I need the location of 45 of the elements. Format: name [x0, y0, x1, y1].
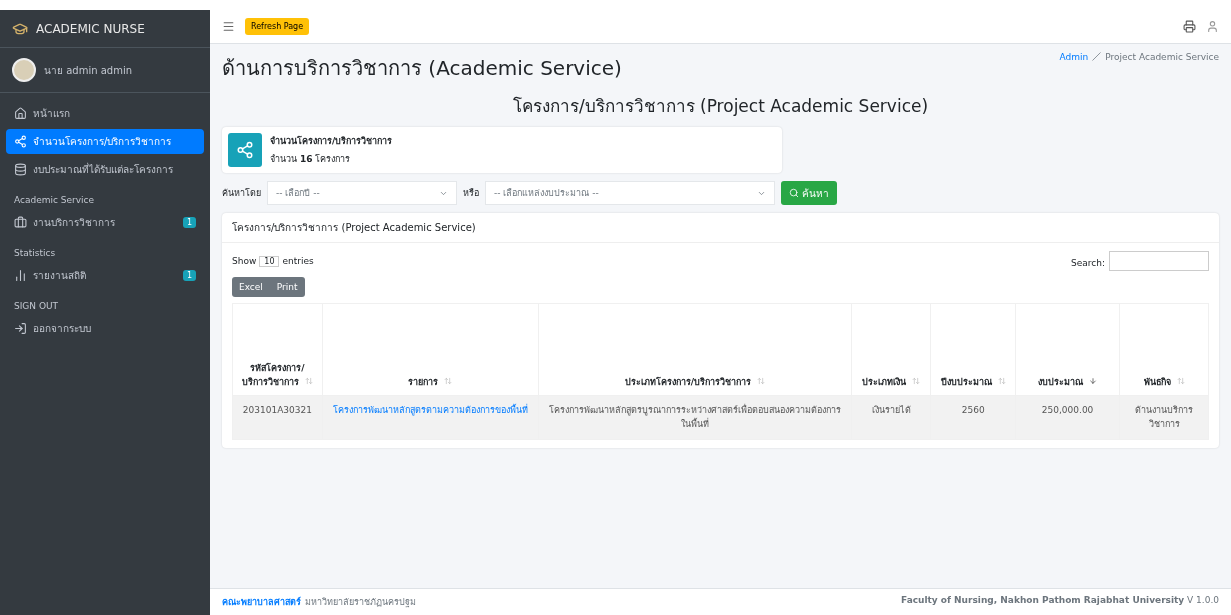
sidebar-section-label: Statistics: [13, 247, 57, 260]
brand-title: ACADEMIC NURSE: [36, 21, 145, 36]
entries-control[interactable]: Show 10 entries: [232, 256, 314, 266]
table-cell: 203101A30321: [232, 395, 323, 440]
column-header[interactable]: ปีงบประมาณ: [930, 303, 1016, 396]
filter-label: ค้นหาโดย: [222, 187, 261, 200]
sidebar-item[interactable]: งานบริการวิชาการ 1: [6, 210, 204, 235]
column-header[interactable]: รหัสโครงการ/บริการวิชาการ: [232, 303, 323, 396]
user-name: นาย admin admin: [44, 63, 133, 78]
faculty-link[interactable]: คณะพยาบาลศาสตร์: [222, 597, 301, 607]
column-header[interactable]: ประเภทโครงการ/บริการวิชาการ: [538, 303, 852, 396]
sidebar-section-label: Academic Service: [13, 194, 96, 207]
column-header[interactable]: ประเภทเงิน: [851, 303, 931, 396]
table-cell: เงินรายได้: [851, 395, 931, 440]
column-header[interactable]: งบประมาณ: [1015, 303, 1120, 396]
sidebar-item[interactable]: ออกจากระบบ: [6, 316, 204, 341]
sidebar-item[interactable]: จำนวนโครงการ/บริการวิชาการ: [6, 129, 204, 154]
info-count: จำนวน 16 โครงการ: [270, 153, 352, 166]
section-title: โครงการ/บริการวิชาการ (Project Academic Service): [511, 95, 930, 118]
export-button[interactable]: Excel: [232, 277, 270, 297]
column-header[interactable]: พันธกิจ: [1119, 303, 1209, 396]
sidebar-section-label: SIGN OUT: [13, 300, 60, 313]
budget-source-select[interactable]: -- เลือกแหล่งงบประมาณ --: [485, 181, 775, 205]
sidebar-item[interactable]: หน้าแรก: [6, 101, 204, 126]
page-title: ด้านการบริการวิชาการ (Academic Service): [222, 55, 622, 82]
export-button[interactable]: Print: [269, 277, 305, 297]
table-cell: ด้านงานบริการวิชาการ: [1119, 395, 1209, 440]
table-cell: 250,000.00: [1015, 395, 1120, 440]
sidebar-item[interactable]: งบประมาณที่ได้รับแต่ละโครงการ: [6, 157, 204, 182]
or-label: หรือ: [463, 187, 479, 200]
footer-right: Faculty of Nursing, Nakhon Pathom Rajabhat University V 1.0.0: [901, 595, 1219, 607]
count-badge: 1: [182, 217, 196, 228]
info-title: จำนวนโครงการ/บริการวิชาการ: [270, 135, 393, 148]
card-title: โครงการ/บริการวิชาการ (Project Academic Service): [222, 213, 1219, 243]
breadcrumb-item[interactable]: Admin: [1059, 52, 1089, 62]
footer-left: คณะพยาบาลศาสตร์ มหาวิทยาลัยราชภัฏนครปฐม: [222, 595, 416, 609]
column-header[interactable]: รายการ: [322, 303, 539, 396]
count-badge: 1: [182, 270, 196, 281]
table-cell: 2560: [930, 395, 1016, 440]
breadcrumb-item: Project Academic Service: [1105, 52, 1219, 62]
table-cell: โครงการพัฒนาหลักสูตรบูรณาการระหว่างศาสตร์เพื่อตอบสนองความต้องการในพื้นที่: [538, 395, 852, 440]
refresh-button[interactable]: Refresh Page: [245, 18, 310, 35]
year-select[interactable]: -- เลือกปี --: [267, 181, 457, 205]
project-link[interactable]: โครงการพัฒนาหลักสูตรตามความต้องการของพื้นที่: [332, 405, 528, 415]
sidebar-item[interactable]: รายงานสถิติ 1: [6, 263, 204, 288]
